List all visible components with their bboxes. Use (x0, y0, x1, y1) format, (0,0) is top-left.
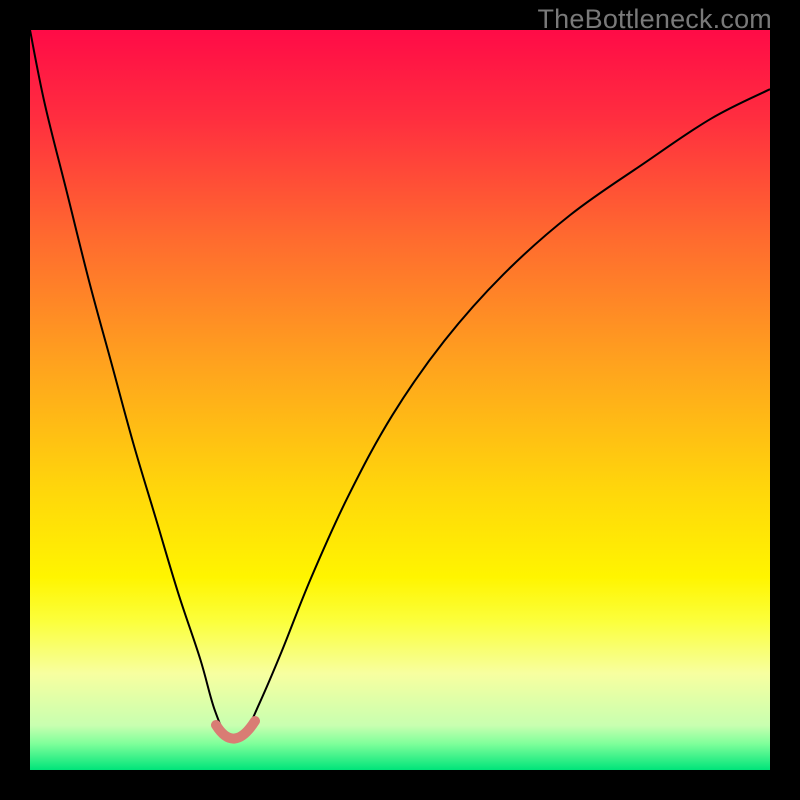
watermark-text: TheBottleneck.com (537, 4, 772, 35)
chart-stage: TheBottleneck.com (0, 0, 800, 800)
plot-area (30, 30, 770, 770)
bottleneck-curve (30, 30, 770, 770)
